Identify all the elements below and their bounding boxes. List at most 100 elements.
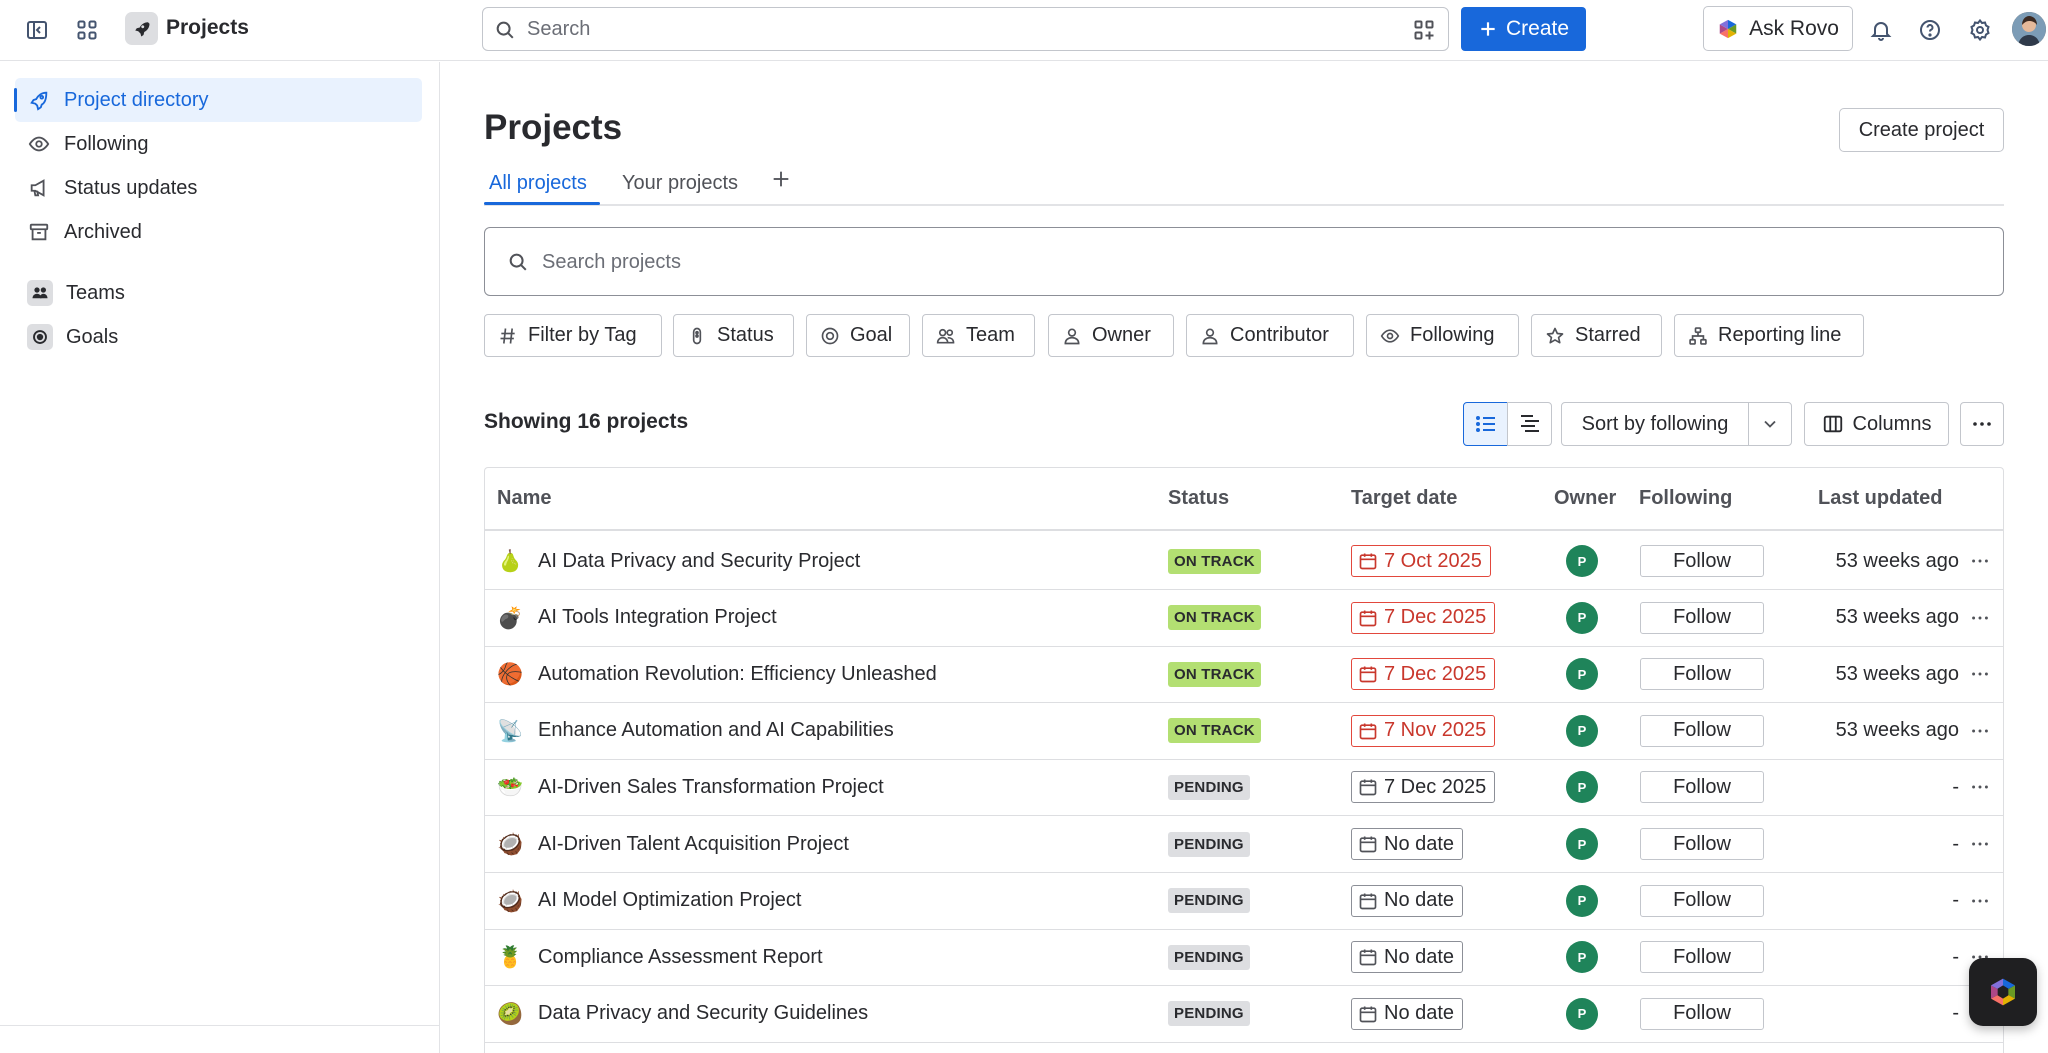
filter-status-button[interactable]: Status <box>673 314 794 357</box>
sort-button[interactable]: Sort by following <box>1561 402 1749 446</box>
owner-avatar[interactable]: P <box>1566 997 1598 1030</box>
table-row[interactable]: 🥝 Data Privacy and Security Guidelines PEN… <box>485 986 2003 1043</box>
follow-button[interactable]: Follow <box>1640 828 1764 860</box>
follow-button[interactable]: Follow <box>1640 658 1764 691</box>
project-name-cell[interactable]: 🥥 AI-Driven Talent Acquisition Project <box>497 816 849 872</box>
project-name[interactable]: AI Data Privacy and Security Project <box>538 550 860 573</box>
project-search-input[interactable] <box>542 246 1942 278</box>
app-switcher-icon[interactable] <box>71 14 103 46</box>
timeline-view-button[interactable] <box>1507 402 1552 446</box>
project-name-cell[interactable]: 💣 AI Tools Integration Project <box>497 590 777 646</box>
target-date-pill[interactable]: No date <box>1351 941 1464 974</box>
filter-following-button[interactable]: Following <box>1366 314 1519 357</box>
row-more-options-icon[interactable] <box>1969 533 1991 589</box>
owner-avatar[interactable]: P <box>1566 828 1598 860</box>
sidebar-item-teams[interactable]: Teams <box>15 271 422 315</box>
row-more-options-icon[interactable] <box>1969 816 1991 872</box>
help-icon[interactable] <box>1914 14 1946 46</box>
follow-button[interactable]: Follow <box>1640 545 1764 577</box>
follow-button[interactable]: Follow <box>1640 941 1764 974</box>
owner-avatar[interactable]: P <box>1566 658 1598 691</box>
rovo-chat-button[interactable] <box>1969 958 2037 1026</box>
table-row[interactable]: 📡 Enhance Automation and AI Capabilities O… <box>485 703 2003 760</box>
target-date-pill[interactable]: 7 Oct 2025 <box>1351 545 1491 577</box>
create-button[interactable]: Create <box>1461 7 1586 51</box>
follow-button[interactable]: Follow <box>1640 771 1764 804</box>
table-row[interactable]: 💣 AI Tools Integration Project ON TRACK 7 D… <box>485 590 2003 647</box>
list-view-button[interactable] <box>1463 402 1508 446</box>
filter-by-tag-button[interactable]: Filter by Tag <box>484 314 662 357</box>
follow-button[interactable]: Follow <box>1640 714 1764 747</box>
global-search-field[interactable] <box>482 7 1449 51</box>
tab-your-projects[interactable]: Your projects <box>622 172 738 195</box>
owner-avatar[interactable]: P <box>1566 884 1598 917</box>
column-header-owner[interactable]: Owner <box>1554 487 1616 510</box>
app-title[interactable]: Projects <box>166 16 249 40</box>
sidebar-item-archived[interactable]: Archived <box>15 210 422 254</box>
user-avatar[interactable] <box>2012 12 2046 46</box>
bell-icon[interactable] <box>1865 14 1897 46</box>
row-more-options-icon[interactable] <box>1969 759 1991 815</box>
column-header-name[interactable]: Name <box>497 487 551 510</box>
project-name-cell[interactable]: 🍍 Compliance Assessment Report <box>497 929 823 985</box>
filter-goal-button[interactable]: Goal <box>806 314 910 357</box>
filter-team-button[interactable]: Team <box>922 314 1035 357</box>
target-date-pill[interactable]: No date <box>1351 884 1464 917</box>
table-row[interactable]: 🥗 AI-Driven Sales Transformation Project P… <box>485 759 2003 817</box>
project-name-cell[interactable]: 🥥 AI Model Optimization Project <box>497 873 801 929</box>
filter-starred-button[interactable]: Starred <box>1531 314 1662 357</box>
target-date-pill[interactable]: No date <box>1351 997 1464 1030</box>
projects-app-icon[interactable] <box>125 12 158 45</box>
columns-button[interactable]: Columns <box>1804 402 1949 446</box>
row-more-options-icon[interactable] <box>1969 873 1991 929</box>
table-row[interactable]: 🏀 Automation Revolution: Efficiency Unlea… <box>485 646 2003 704</box>
project-name[interactable]: Enhance Automation and AI Capabilities <box>538 719 894 742</box>
create-project-button[interactable]: Create project <box>1839 108 2004 152</box>
filter-contributor-button[interactable]: Contributor <box>1186 314 1354 357</box>
more-options-icon[interactable] <box>1960 402 2004 446</box>
qr-code-icon[interactable] <box>1412 18 1436 42</box>
sidebar-item-project-directory[interactable]: Project directory <box>14 78 422 122</box>
follow-button[interactable]: Follow <box>1640 997 1764 1030</box>
project-name-cell[interactable]: 🥝 Data Privacy and Security Guidelines <box>497 986 868 1042</box>
tab-all-projects[interactable]: All projects <box>489 172 587 195</box>
sidebar-item-goals[interactable]: Goals <box>15 315 422 359</box>
follow-button[interactable]: Follow <box>1640 601 1764 634</box>
target-date-pill[interactable]: No date <box>1351 828 1464 860</box>
row-more-options-icon[interactable] <box>1969 703 1991 759</box>
project-name[interactable]: AI-Driven Talent Acquisition Project <box>538 833 849 856</box>
row-more-options-icon[interactable] <box>1969 590 1991 646</box>
table-row[interactable]: 🍍 Compliance Assessment Report PENDING No d… <box>485 929 2003 987</box>
project-name-cell[interactable]: 🍐 AI Data Privacy and Security Project <box>497 533 860 589</box>
filter-reporting-line-button[interactable]: Reporting line <box>1674 314 1864 357</box>
chevron-down-icon[interactable] <box>1748 402 1792 446</box>
project-name[interactable]: Data Privacy and Security Guidelines <box>538 1002 868 1025</box>
owner-avatar[interactable]: P <box>1566 941 1598 974</box>
column-header-status[interactable]: Status <box>1168 487 1229 510</box>
project-name[interactable]: AI-Driven Sales Transformation Project <box>538 776 884 799</box>
project-name[interactable]: AI Model Optimization Project <box>538 889 801 912</box>
column-header-following[interactable]: Following <box>1639 487 1732 510</box>
ask-rovo-button[interactable]: Ask Rovo <box>1703 6 1853 51</box>
sidebar-item-following[interactable]: Following <box>15 122 422 166</box>
owner-avatar[interactable]: P <box>1566 601 1598 634</box>
table-row[interactable]: 🥥 AI Model Optimization Project PENDING No … <box>485 873 2003 930</box>
project-name-cell[interactable]: 🥗 AI-Driven Sales Transformation Project <box>497 759 884 815</box>
project-name-cell[interactable]: 🏀 Automation Revolution: Efficiency Unlea… <box>497 646 937 702</box>
project-search-field[interactable] <box>484 227 2004 296</box>
project-name[interactable]: AI Tools Integration Project <box>538 606 777 629</box>
target-date-pill[interactable]: 7 Dec 2025 <box>1351 771 1496 804</box>
target-date-pill[interactable]: 7 Dec 2025 <box>1351 601 1496 634</box>
filter-owner-button[interactable]: Owner <box>1048 314 1174 357</box>
column-header-last-updated[interactable]: Last updated <box>1818 487 1942 510</box>
owner-avatar[interactable]: P <box>1566 545 1598 577</box>
row-more-options-icon[interactable] <box>1969 646 1991 702</box>
target-date-pill[interactable]: 7 Nov 2025 <box>1351 714 1496 747</box>
target-date-pill[interactable]: 7 Dec 2025 <box>1351 658 1496 691</box>
owner-avatar[interactable]: P <box>1566 771 1598 804</box>
project-name-cell[interactable]: 📡 Enhance Automation and AI Capabilities <box>497 703 894 759</box>
table-row[interactable]: 🍐 AI Data Privacy and Security Project ON … <box>485 533 2003 590</box>
gear-icon[interactable] <box>1964 14 1996 46</box>
sidebar-item-status-updates[interactable]: Status updates <box>15 166 422 210</box>
follow-button[interactable]: Follow <box>1640 884 1764 917</box>
